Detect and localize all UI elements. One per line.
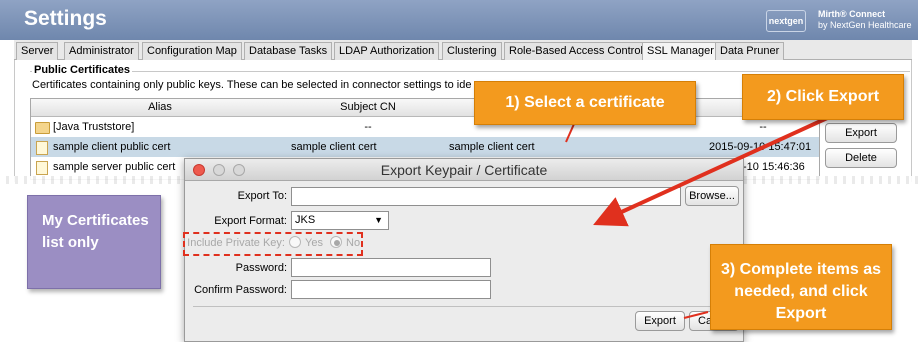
arrow-to-export-button [683,311,709,319]
step2-callout: 2) Click Export [742,74,904,120]
step1-callout: 1) Select a certificate [474,81,696,125]
my-certificates-note: My Certificates list only [27,195,161,289]
arrow-to-export-dialog [593,112,837,227]
arrow-to-selected-row [565,123,575,143]
step3-callout: 3) Complete items as needed, and click E… [710,244,892,330]
